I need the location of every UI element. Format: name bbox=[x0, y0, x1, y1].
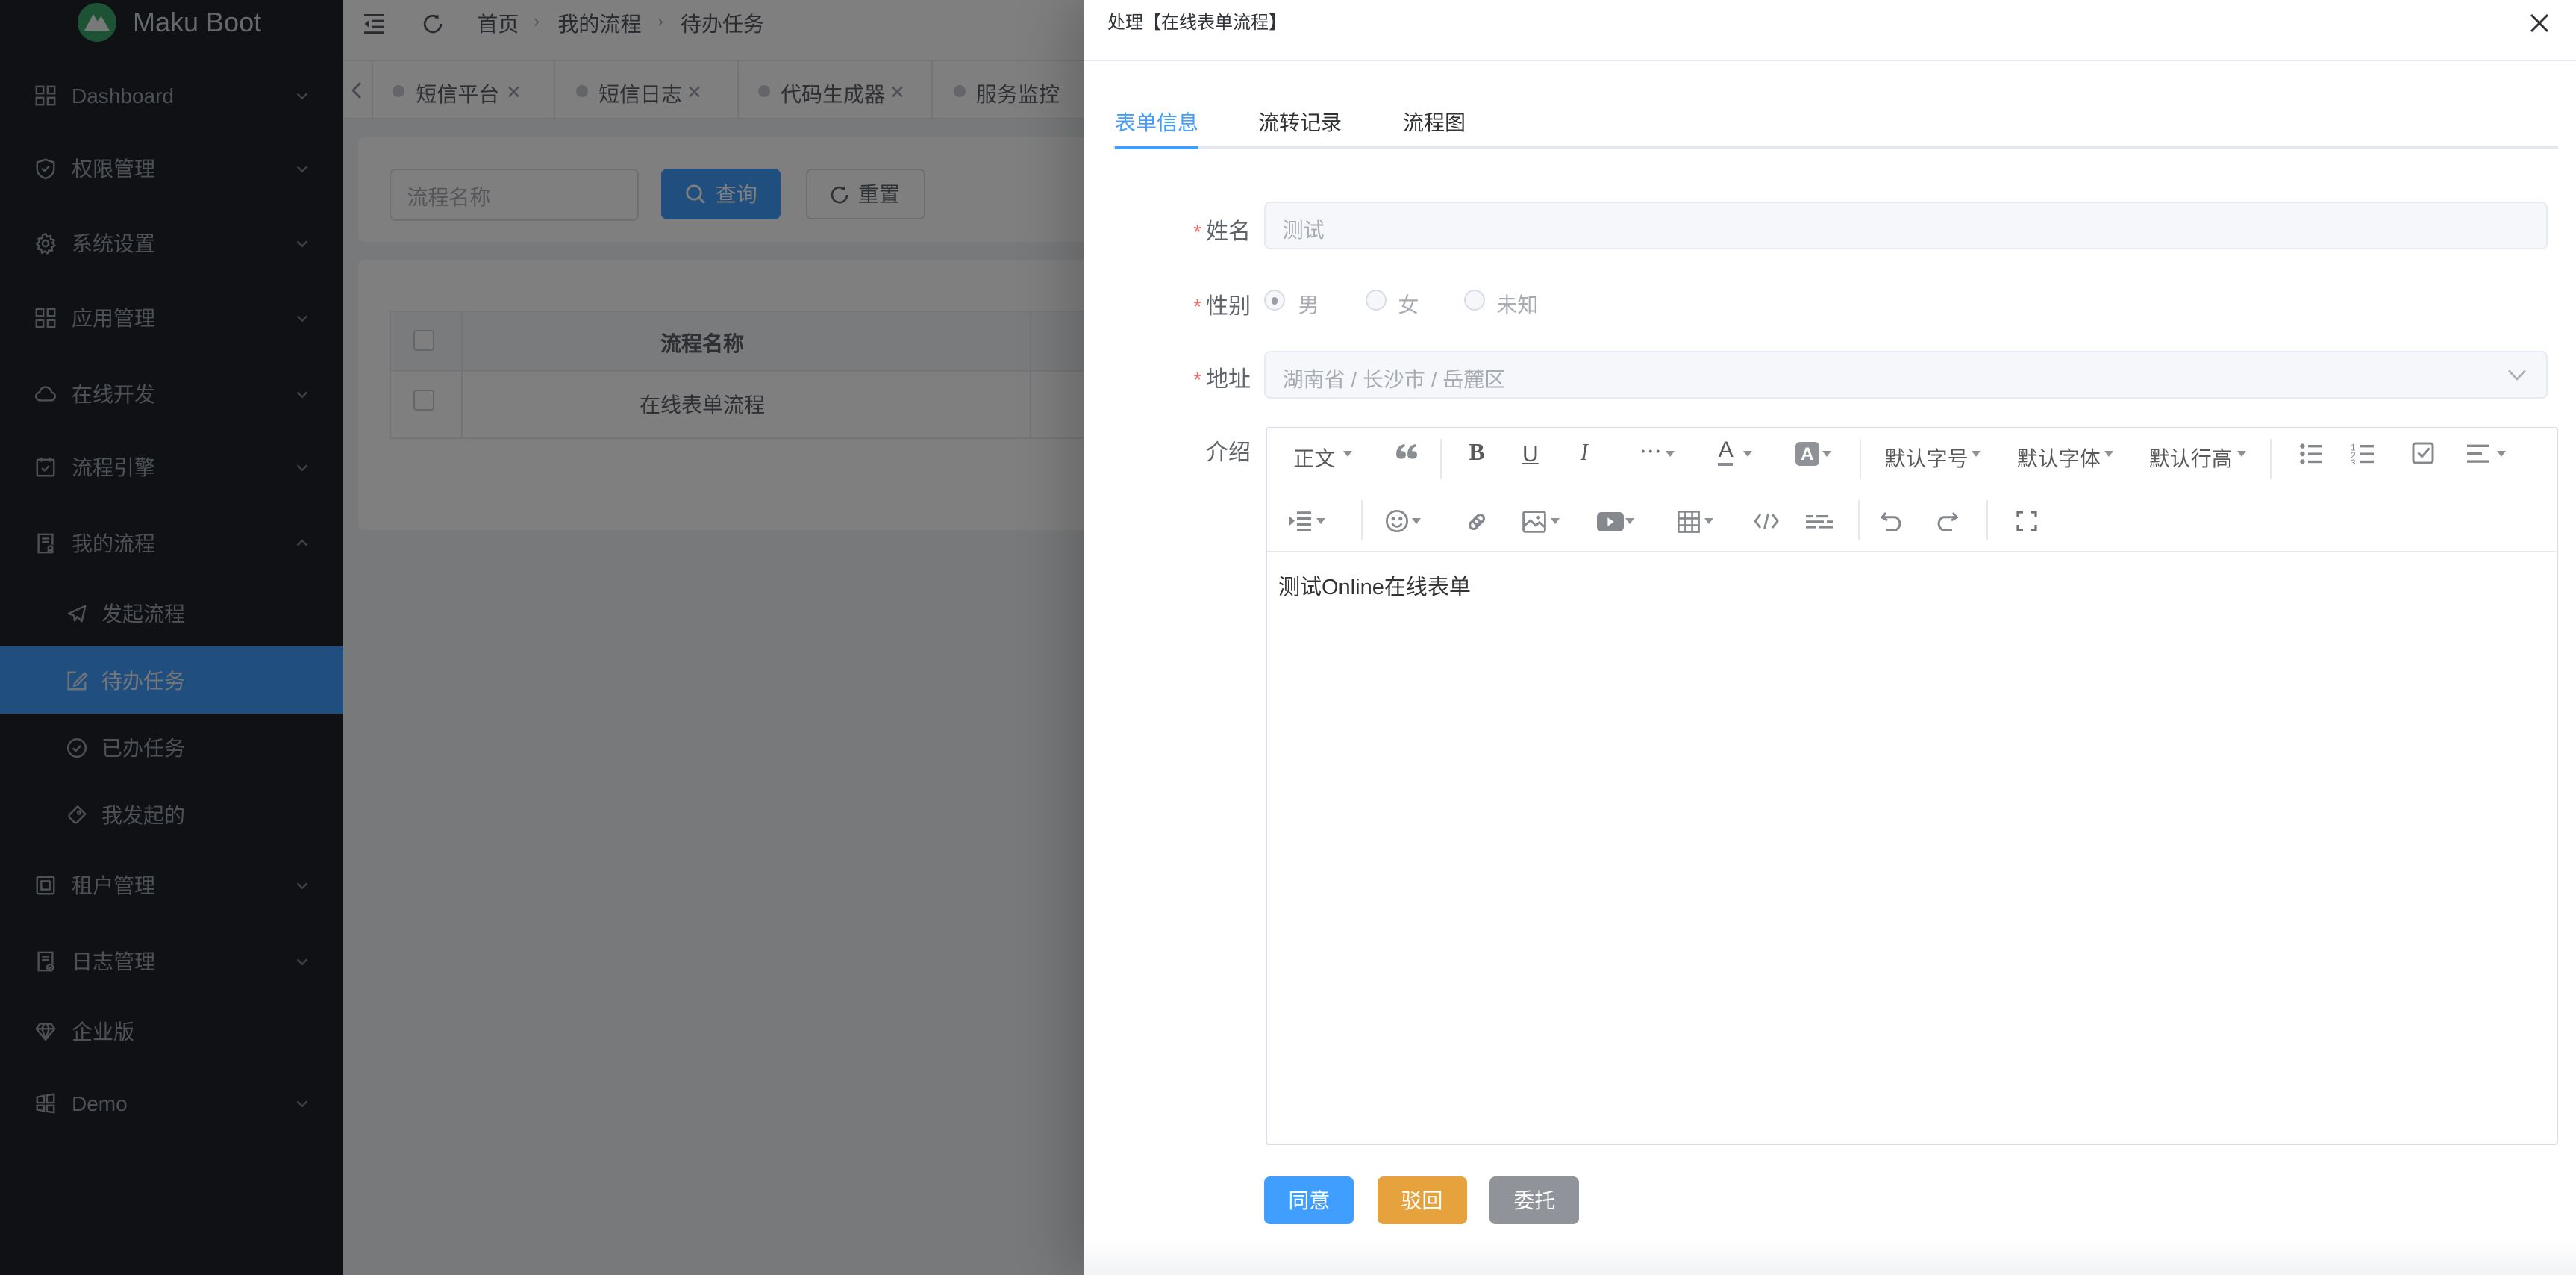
svg-text:3: 3 bbox=[2351, 457, 2356, 464]
